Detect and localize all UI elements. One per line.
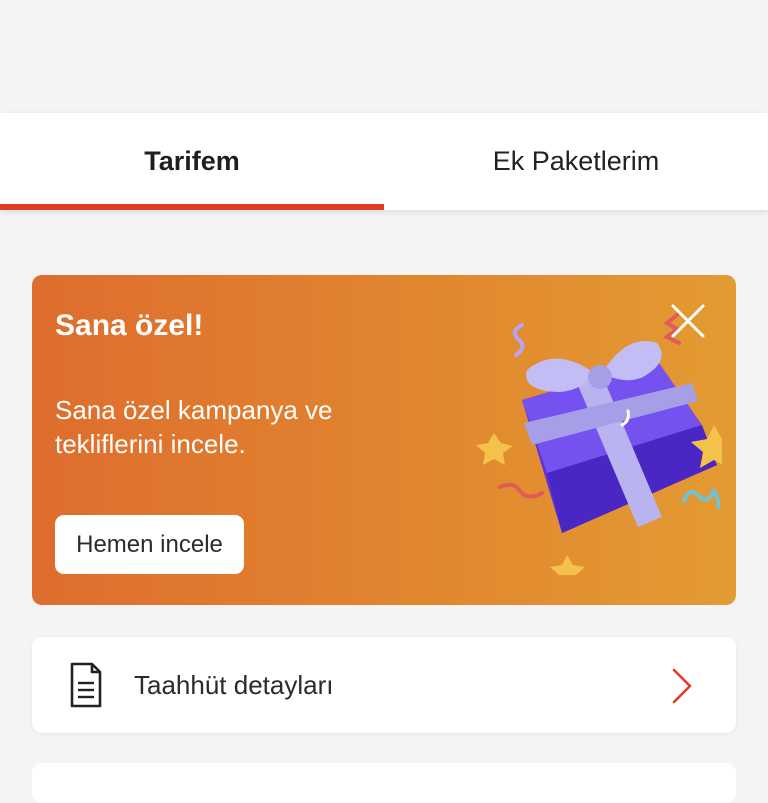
commitment-details-label: Taahhüt detayları [134,669,334,700]
close-icon[interactable] [668,301,708,341]
commitment-details-row[interactable]: Taahhüt detayları [32,637,736,733]
active-tab-indicator [0,204,384,210]
tab-tarifem[interactable]: Tarifem [0,113,384,210]
next-list-card[interactable] [32,763,736,803]
chevron-right-icon [672,668,692,704]
promo-title: Sana özel! [55,309,204,342]
promo-cta-button[interactable]: Hemen incele [55,515,244,574]
tab-ek-paketlerim-label: Ek Paketlerim [492,146,660,176]
gift-box-illustration [476,313,722,575]
promo-cta-label: Hemen incele [76,530,223,558]
promo-description: Sana özel kampanya ve tekliflerini incel… [55,395,333,459]
promo-banner[interactable]: Sana özel! Sana özel kampanya ve teklifl… [32,275,736,605]
tab-tarifem-label: Tarifem [144,146,240,176]
document-icon [70,662,102,708]
tab-ek-paketlerim[interactable]: Ek Paketlerim [384,113,768,210]
tab-bar: Tarifem Ek Paketlerim [0,113,768,210]
